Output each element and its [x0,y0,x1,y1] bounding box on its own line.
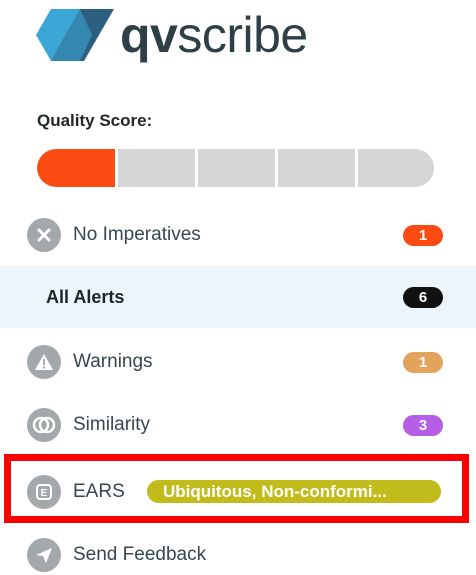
similarity-icon [27,408,61,442]
rule-count-badge: 1 [403,224,443,246]
svg-text:E: E [41,488,48,499]
qvscribe-wordmark: qvscribe [120,9,308,61]
quality-segment-1 [37,149,118,187]
qvscribe-logo: qvscribe [36,4,308,66]
wordmark-regular: scribe [177,7,308,63]
send-icon [27,538,61,572]
warnings-count-badge: 1 [403,351,443,373]
quality-segment-2 [118,149,198,187]
quality-segment-5 [358,149,434,187]
warnings-item[interactable]: Warnings 1 [0,342,476,382]
warning-icon [27,345,61,379]
ears-label: EARS [73,481,125,502]
wordmark-bold: qv [120,7,178,63]
quality-score-bar [37,149,434,187]
ears-classification-pill[interactable]: Ubiquitous, Non-conformi... [147,480,441,503]
warnings-label: Warnings [73,351,153,372]
quality-segment-4 [278,149,358,187]
x-circle-icon [27,218,61,252]
all-alerts-count-badge: 6 [403,286,443,308]
similarity-count-badge: 3 [403,414,443,436]
rule-label: No Imperatives [73,224,201,245]
quality-score-label: Quality Score: [37,111,153,130]
send-feedback-label: Send Feedback [73,544,207,565]
qvscribe-logo-mark-icon [36,9,114,61]
ears-icon: E [27,475,61,509]
rule-no-imperatives[interactable]: No Imperatives 1 [0,215,476,255]
similarity-item[interactable]: Similarity 3 [0,405,476,445]
all-alerts-label: All Alerts [46,286,125,307]
send-feedback-item[interactable]: Send Feedback [0,535,476,575]
all-alerts-item[interactable]: All Alerts 6 [0,266,476,328]
similarity-label: Similarity [73,414,151,435]
quality-segment-3 [198,149,278,187]
